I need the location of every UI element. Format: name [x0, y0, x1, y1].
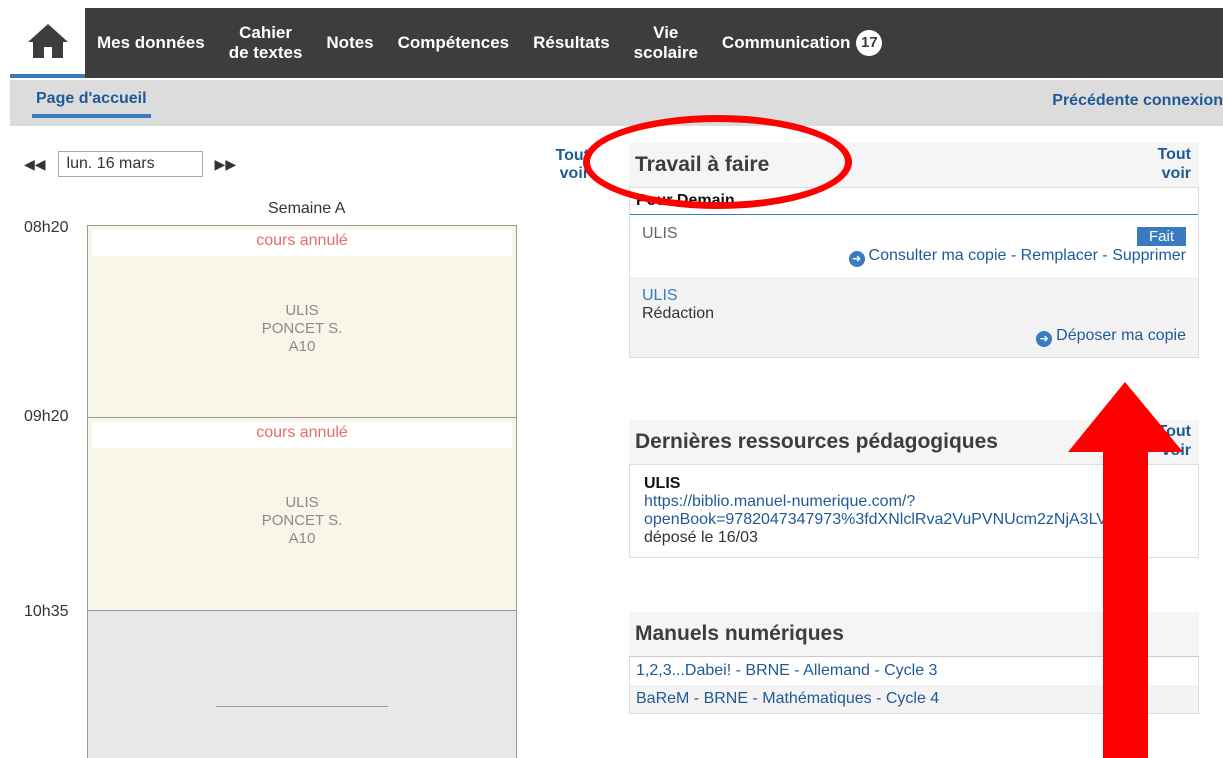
time-label: 09h20 [24, 408, 69, 425]
tout-voir-line2: voir [1161, 165, 1191, 182]
submit-copy-link[interactable]: Déposer ma copie [1056, 327, 1186, 344]
next-day-icon[interactable]: ▶▶ [215, 156, 237, 173]
home-icon [27, 24, 68, 58]
highlight-ellipse [583, 115, 852, 209]
lesson-room: A10 [288, 530, 316, 547]
homework-list: Pour Demain ULIS Fait ➜ Consulter ma copi… [629, 187, 1199, 358]
nav-communication-label: Communication [721, 33, 851, 52]
timetable-panel: ◀◀ lun. 16 mars ▶▶ Tout voir Semaine A 0… [10, 143, 592, 758]
lesson-subject: ULIS [285, 302, 319, 319]
timetable-grid: cours annulé ULIS PONCET S. A10 cours an… [87, 225, 517, 758]
lesson-details: ULIS PONCET S. A10 [88, 302, 516, 356]
separator: - [1006, 247, 1021, 264]
nav-label-line1: Vie [653, 23, 679, 42]
home-button[interactable] [10, 8, 85, 78]
tout-voir-line2: voir [559, 165, 589, 182]
tab-page-accueil[interactable]: Page d'accueil [32, 90, 151, 118]
replace-link[interactable]: Remplacer [1021, 247, 1098, 264]
nav-label-line2: scolaire [633, 43, 698, 62]
lesson-room: A10 [288, 338, 316, 355]
nav-label-line1: Cahier [239, 23, 293, 42]
tout-voir-line1: Tout [1157, 146, 1191, 163]
consult-copy-link[interactable]: Consulter ma copie [869, 247, 1007, 264]
cancelled-label: cours annulé [92, 422, 512, 448]
week-label: Semaine A [268, 200, 346, 217]
up-arrow-icon [1068, 382, 1183, 758]
lesson-subject: ULIS [285, 494, 319, 511]
homework-subject: ULIS [642, 225, 678, 242]
homework-subject: ULIS [642, 287, 678, 304]
homework-detail: Rédaction [642, 305, 715, 322]
lesson-slot[interactable]: cours annulé ULIS PONCET S. A10 [88, 226, 516, 418]
date-input[interactable]: lun. 16 mars [57, 151, 203, 177]
slot-divider [216, 706, 388, 707]
date-navigator: ◀◀ lun. 16 mars ▶▶ [24, 151, 236, 177]
nav-label-line2: de textes [228, 43, 303, 62]
separator: - [1097, 247, 1113, 264]
lesson-details: ULIS PONCET S. A10 [88, 494, 516, 548]
lesson-slot[interactable]: cours annulé ULIS PONCET S. A10 [88, 418, 516, 611]
notification-badge: 17 [856, 30, 883, 56]
empty-slot [88, 611, 516, 758]
previous-connection-link[interactable]: Précédente connexion [1052, 92, 1223, 110]
nav-communication[interactable]: Communication 17 [710, 8, 894, 78]
main-navigation: Mes données Cahier de textes Notes Compé… [10, 8, 1223, 78]
nav-vie-scolaire[interactable]: Vie scolaire [622, 8, 710, 78]
arrow-right-circle-icon: ➜ [848, 251, 865, 267]
delete-link[interactable]: Supprimer [1112, 247, 1186, 264]
arrow-right-circle-icon: ➜ [1036, 331, 1053, 347]
nav-cahier-de-textes[interactable]: Cahier de textes [217, 8, 315, 78]
nav-mes-donnees[interactable]: Mes données [85, 8, 217, 78]
lesson-teacher: PONCET S. [261, 320, 343, 337]
homework-tout-voir-link[interactable]: Tout voir [1158, 145, 1191, 183]
time-label: 10h35 [24, 603, 69, 620]
homework-actions: ➜ Déposer ma copie [642, 327, 1186, 347]
previous-day-icon[interactable]: ◀◀ [24, 156, 46, 173]
nav-notes[interactable]: Notes [314, 8, 385, 78]
homework-item: ULIS Fait ➜ Consulter ma copie - Remplace… [630, 215, 1198, 277]
done-badge[interactable]: Fait [1136, 227, 1186, 246]
nav-resultats[interactable]: Résultats [521, 8, 622, 78]
cancelled-label: cours annulé [92, 230, 512, 256]
lesson-teacher: PONCET S. [261, 512, 343, 529]
time-label: 08h20 [24, 219, 69, 236]
homework-item: ULIS Rédaction ➜ Déposer ma copie [630, 277, 1198, 357]
homework-actions: ➜ Consulter ma copie - Remplacer - Suppri… [642, 247, 1186, 267]
sub-navigation: Page d'accueil Précédente connexion [10, 80, 1223, 126]
nav-competences[interactable]: Compétences [386, 8, 521, 78]
